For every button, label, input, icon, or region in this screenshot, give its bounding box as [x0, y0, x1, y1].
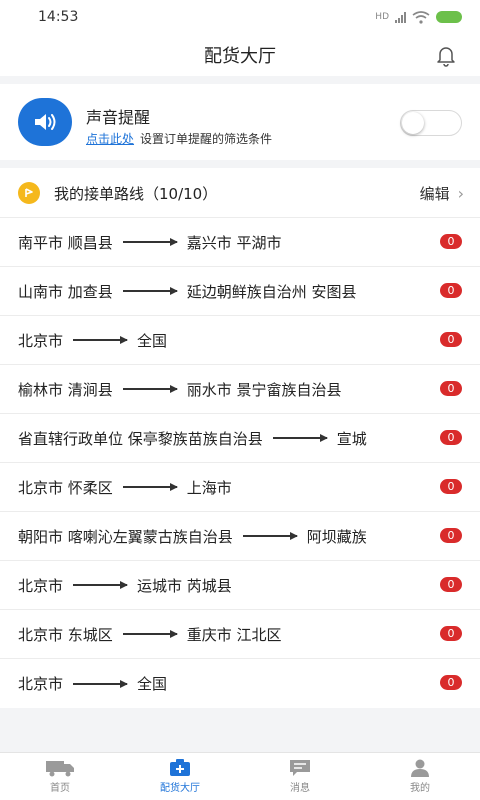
route-from: 榆林市 清涧县	[18, 380, 113, 399]
route-row[interactable]: 山南市 加查县 延边朝鲜族自治州 安图县 0	[0, 267, 480, 316]
arrow-right-icon	[73, 336, 129, 344]
arrow-right-icon	[73, 581, 129, 589]
tab-mine[interactable]: 我的	[360, 753, 480, 800]
route-row[interactable]: 省直辖行政单位 保亭黎族苗族自治县 宣城 0	[0, 414, 480, 463]
status-time: 14:53	[38, 9, 79, 25]
bottom-tab-bar: 首页 配货大厅 消息 我的	[0, 752, 480, 800]
click-here-link[interactable]: 点击此处	[86, 132, 134, 146]
route-from: 朝阳市 喀喇沁左翼蒙古族自治县	[18, 527, 233, 546]
route-from: 山南市 加查县	[18, 282, 113, 301]
sound-reminder-subtitle: 点击此处 设置订单提醒的筛选条件	[86, 130, 272, 147]
arrow-right-icon	[272, 434, 328, 442]
arrow-right-icon	[122, 483, 178, 491]
route-to: 重庆市 江北区	[186, 625, 282, 644]
tab-label-cargo-hall: 配货大厅	[160, 783, 200, 794]
route-to: 宣城	[336, 429, 367, 448]
sound-reminder-desc: 设置订单提醒的筛选条件	[140, 132, 273, 146]
order-count-badge: 0	[440, 528, 462, 543]
route-from: 南平市 顺昌县	[18, 233, 113, 252]
network-type-label: HD	[375, 12, 389, 22]
sound-reminder-card: 声音提醒 点击此处 设置订单提醒的筛选条件	[0, 84, 480, 160]
route-row[interactable]: 榆林市 清涧县 丽水市 景宁畲族自治县 0	[0, 365, 480, 414]
edit-routes-button[interactable]: 编辑 ›	[420, 183, 464, 204]
route-to: 全国	[137, 675, 168, 693]
route-from: 北京市	[18, 331, 64, 350]
route-row[interactable]: 北京市 全国 0	[0, 659, 480, 708]
sound-reminder-title: 声音提醒	[86, 108, 151, 127]
routes-title: 我的接单路线（10/10）	[54, 185, 218, 203]
routes-card: 我的接单路线（10/10） 编辑 › 南平市 顺昌县 嘉兴市 平湖市 0 山南市 加查…	[0, 168, 480, 708]
order-count-badge: 0	[440, 626, 462, 641]
bell-icon[interactable]	[434, 43, 458, 67]
route-row[interactable]: 北京市 东城区 重庆市 江北区 0	[0, 610, 480, 659]
page-header: 配货大厅	[0, 34, 480, 76]
route-from: 北京市 怀柔区	[18, 478, 113, 497]
message-icon	[290, 760, 310, 776]
arrow-right-icon	[242, 532, 298, 540]
page-title: 配货大厅	[204, 46, 276, 67]
route-row[interactable]: 南平市 顺昌县 嘉兴市 平湖市 0	[0, 218, 480, 267]
edit-label: 编辑	[419, 185, 450, 203]
battery-icon	[436, 11, 462, 23]
route-from: 北京市 东城区	[18, 625, 113, 644]
arrow-right-icon	[122, 630, 178, 638]
tab-label-home: 首页	[50, 783, 70, 794]
order-count-badge: 0	[440, 234, 462, 249]
cargo-hall-icon	[170, 759, 190, 776]
route-to: 嘉兴市 平湖市	[186, 233, 282, 252]
route-row[interactable]: 北京市 全国 0	[0, 316, 480, 365]
route-from: 省直辖行政单位 保亭黎族苗族自治县	[18, 429, 263, 448]
order-count-badge: 0	[440, 675, 462, 690]
sound-reminder-toggle[interactable]	[400, 110, 462, 136]
route-list: 南平市 顺昌县 嘉兴市 平湖市 0 山南市 加查县 延边朝鲜族自治州 安图县 0 北京市 全国…	[0, 218, 480, 708]
status-bar: 14:53 HD	[0, 0, 480, 34]
signal-icon	[395, 11, 406, 23]
arrow-right-icon	[73, 679, 129, 688]
order-count-badge: 0	[440, 479, 462, 494]
route-to: 阿坝藏族	[306, 527, 367, 546]
tab-label-mine: 我的	[410, 783, 430, 794]
order-count-badge: 0	[440, 577, 462, 592]
chevron-right-icon: ›	[457, 184, 464, 203]
route-icon	[18, 182, 40, 204]
route-row[interactable]: 朝阳市 喀喇沁左翼蒙古族自治县 阿坝藏族 0	[0, 512, 480, 561]
status-icons: HD	[375, 10, 462, 24]
route-row[interactable]: 北京市 运城市 芮城县 0	[0, 561, 480, 610]
order-count-badge: 0	[440, 283, 462, 298]
truck-icon	[46, 761, 74, 777]
route-to: 丽水市 景宁畲族自治县	[186, 380, 342, 399]
route-row[interactable]: 北京市 怀柔区 上海市 0	[0, 463, 480, 512]
tab-cargo-hall[interactable]: 配货大厅	[120, 753, 240, 800]
wifi-icon	[412, 10, 430, 24]
route-to: 延边朝鲜族自治州 安图县	[186, 282, 357, 301]
speaker-icon	[18, 98, 72, 146]
route-from: 北京市	[18, 675, 64, 693]
arrow-right-icon	[122, 238, 178, 246]
toggle-knob	[402, 112, 424, 134]
routes-header: 我的接单路线（10/10） 编辑 ›	[0, 168, 480, 218]
route-to: 全国	[137, 331, 168, 350]
route-from: 北京市	[18, 576, 64, 595]
arrow-right-icon	[122, 385, 178, 393]
tab-label-messages: 消息	[290, 783, 310, 794]
order-count-badge: 0	[440, 332, 462, 347]
route-to: 运城市 芮城县	[137, 576, 232, 595]
order-count-badge: 0	[440, 430, 462, 445]
route-to: 上海市	[186, 478, 232, 497]
user-icon	[411, 759, 429, 777]
tab-messages[interactable]: 消息	[240, 753, 360, 800]
tab-home[interactable]: 首页	[0, 753, 120, 800]
arrow-right-icon	[122, 287, 178, 295]
order-count-badge: 0	[440, 381, 462, 396]
